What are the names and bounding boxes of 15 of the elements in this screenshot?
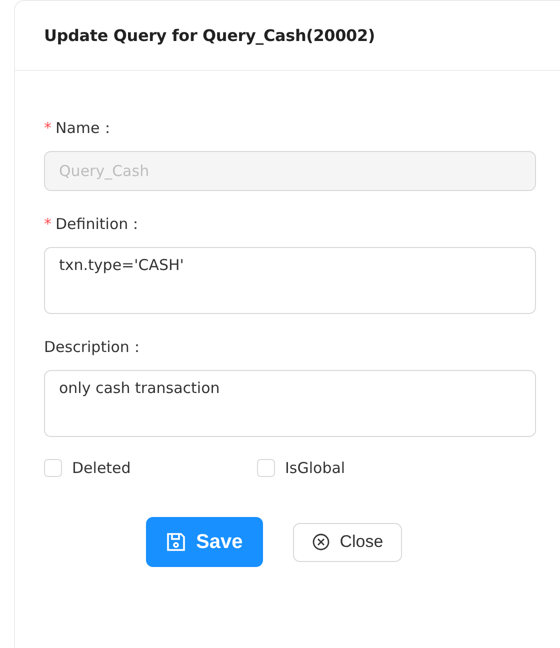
checkbox[interactable] bbox=[44, 459, 62, 477]
text-area[interactable]: only cash transaction bbox=[44, 370, 536, 437]
text-area[interactable]: txn.type='CASH' bbox=[44, 247, 536, 314]
field-label: Name： bbox=[56, 118, 115, 138]
field-label: Description： bbox=[44, 338, 144, 356]
close-icon bbox=[312, 533, 330, 551]
checkbox-label: IsGlobal bbox=[285, 459, 346, 477]
dialog-title: Update Query for Query_Cash(20002) bbox=[44, 26, 376, 45]
checkbox-label: Deleted bbox=[72, 459, 131, 477]
required-marker: * bbox=[44, 119, 52, 137]
save-icon bbox=[166, 532, 186, 552]
close-button[interactable]: Close bbox=[292, 522, 402, 562]
required-marker: * bbox=[44, 215, 52, 233]
checkbox[interactable] bbox=[257, 459, 275, 477]
field-label: Definition： bbox=[56, 214, 144, 234]
